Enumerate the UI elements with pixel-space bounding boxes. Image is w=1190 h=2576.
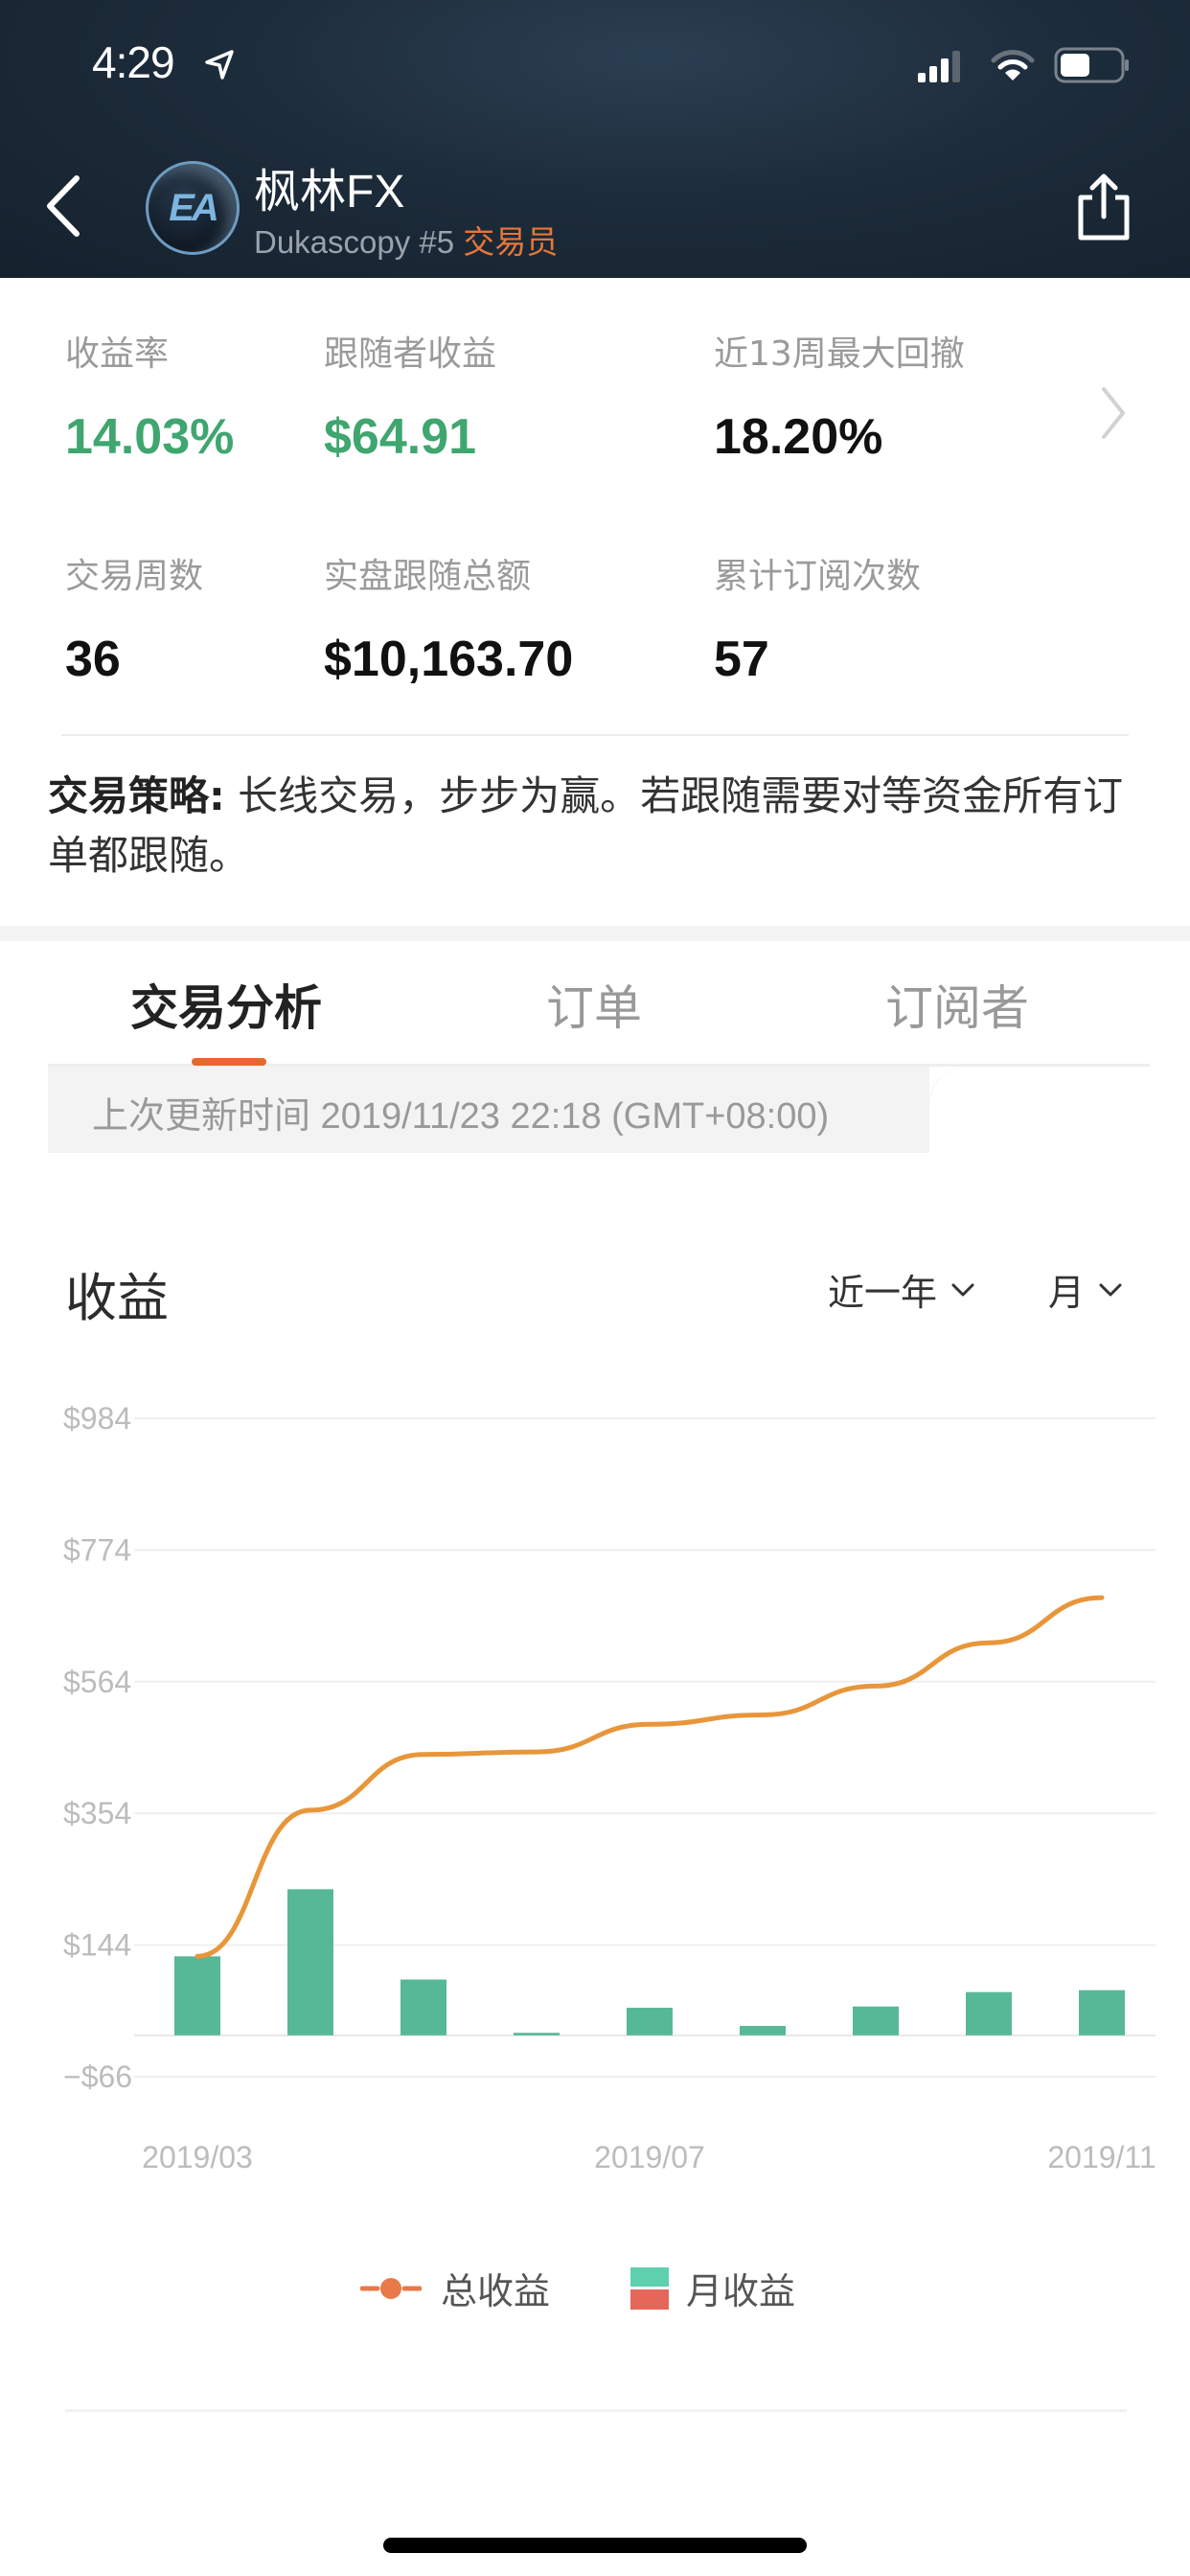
trader-name: 枫林FX xyxy=(254,167,405,218)
y-tick-label: $564 xyxy=(63,1665,131,1699)
y-tick-label: $984 xyxy=(63,1401,131,1436)
stat-value: 36 xyxy=(65,632,121,687)
wifi-icon xyxy=(991,50,1035,80)
y-tick-label: $144 xyxy=(63,1928,131,1963)
tab-bar: 交易分析 订单 订阅者 xyxy=(0,941,1190,1066)
legend-label: 月收益 xyxy=(686,2270,796,2312)
signal-icon xyxy=(918,51,960,82)
legend-bar-swatch-icon xyxy=(630,2266,669,2310)
monthly-bars xyxy=(174,1889,1125,2036)
stat-value: 14.03% xyxy=(65,409,235,465)
period-dropdown[interactable]: 近一年 xyxy=(828,1263,975,1316)
legend-line-marker-icon xyxy=(360,2277,422,2299)
bar-monthly-profit xyxy=(627,2008,673,2036)
bar-monthly-profit xyxy=(853,2006,899,2036)
x-tick-label: 2019/11 xyxy=(1047,2140,1156,2174)
stat-label: 累计订阅次数 xyxy=(714,557,922,596)
stat-max-drawdown: 近13周最大回撤 18.20% xyxy=(714,326,965,466)
chevron-down-icon xyxy=(1099,1283,1122,1296)
y-tick-label: −$66 xyxy=(63,2059,132,2094)
active-tab-indicator xyxy=(192,1058,266,1066)
bar-monthly-profit xyxy=(740,2026,786,2036)
broker-rank: Dukascopy #5 xyxy=(254,224,455,260)
y-tick-label: $774 xyxy=(63,1532,131,1567)
role-badge: 交易员 xyxy=(463,224,559,260)
legend-label: 总收益 xyxy=(441,2270,551,2312)
bar-monthly-profit xyxy=(966,1991,1012,2036)
stat-value: $10,163.70 xyxy=(324,632,574,687)
strategy-description: 交易策略: 长线交易，步步为赢。若跟随需要对等资金所有订单都跟随。 xyxy=(48,767,1150,886)
stat-value: 18.20% xyxy=(714,409,883,465)
tab-orders[interactable]: 订单 xyxy=(546,970,642,1039)
stat-trading-weeks: 交易周数 36 xyxy=(65,548,203,688)
back-chevron-icon[interactable] xyxy=(40,172,84,240)
stat-return-rate: 收益率 14.03% xyxy=(65,326,234,466)
y-tick-label: $354 xyxy=(63,1796,131,1830)
granularity-dropdown[interactable]: 月 xyxy=(1048,1263,1123,1316)
x-axis-labels: 2019/03 2019/07 2019/11 xyxy=(142,2140,1156,2174)
stat-subscription-count: 累计订阅次数 57 xyxy=(714,548,921,688)
bar-monthly-profit xyxy=(514,2033,560,2036)
section-divider xyxy=(0,926,1190,941)
location-arrow-icon xyxy=(205,50,234,80)
bar-monthly-profit xyxy=(1079,1990,1125,2036)
x-tick-label: 2019/03 xyxy=(142,2140,253,2174)
tab-trade-analysis[interactable]: 交易分析 xyxy=(130,970,322,1039)
home-indicator[interactable] xyxy=(383,2538,807,2553)
tab-subscribers[interactable]: 订阅者 xyxy=(885,970,1029,1039)
header: 4:29 EA 枫林FX Dukascopy #5 交易员 xyxy=(0,0,1190,278)
chart-title: 收益 xyxy=(65,1268,169,1328)
stat-label: 交易周数 xyxy=(65,557,204,596)
bar-monthly-profit xyxy=(287,1889,333,2036)
share-icon[interactable] xyxy=(1075,171,1133,242)
bar-monthly-profit xyxy=(174,1956,220,2036)
stat-label: 实盘跟随总额 xyxy=(324,557,532,596)
trader-subtitle: Dukascopy #5 交易员 xyxy=(254,217,558,263)
grid-lines xyxy=(134,1417,1156,2078)
update-bar-corner xyxy=(929,1067,1150,1153)
y-axis-labels: $984 $774 $564 $354 $144 −$66 xyxy=(63,1401,132,2094)
stat-label: 收益率 xyxy=(65,334,170,374)
stat-value: $64.91 xyxy=(324,409,477,465)
stat-follower-profit: 跟随者收益 $64.91 xyxy=(324,326,496,466)
last-update-time: 上次更新时间 2019/11/23 22:18 (GMT+08:00) xyxy=(92,1096,830,1137)
stat-label: 跟随者收益 xyxy=(324,334,497,374)
profit-chart: $984$774$564$354$144−$66 2019/03 2019/07 2… xyxy=(63,1401,1156,2174)
status-time: 4:29 xyxy=(92,37,175,87)
chart-legend: 总收益 月收益 xyxy=(0,2262,1190,2319)
chevron-right-icon[interactable] xyxy=(1098,385,1129,441)
stats-panel[interactable]: 收益率 14.03% 跟随者收益 $64.91 近13周最大回撤 18.20% … xyxy=(0,278,1190,736)
period-dropdown-value: 近一年 xyxy=(828,1272,938,1314)
x-tick-label: 2019/07 xyxy=(594,2140,705,2174)
legend-monthly-profit[interactable]: 月收益 xyxy=(630,2262,795,2314)
granularity-dropdown-value: 月 xyxy=(1048,1272,1086,1314)
stat-total-follow-amount: 实盘跟随总额 $10,163.70 xyxy=(324,548,573,688)
chevron-down-icon xyxy=(951,1283,974,1296)
divider xyxy=(65,2409,1127,2412)
stat-value: 57 xyxy=(714,632,769,687)
legend-total-profit[interactable]: 总收益 xyxy=(360,2262,550,2314)
bar-monthly-profit xyxy=(400,1979,446,2036)
strategy-label: 交易策略: xyxy=(48,772,225,819)
stat-label: 近13周最大回撤 xyxy=(714,334,965,374)
divider xyxy=(61,734,1129,736)
avatar-logo: EA xyxy=(169,186,219,229)
avatar[interactable]: EA xyxy=(146,161,240,255)
battery-icon xyxy=(1054,47,1129,83)
